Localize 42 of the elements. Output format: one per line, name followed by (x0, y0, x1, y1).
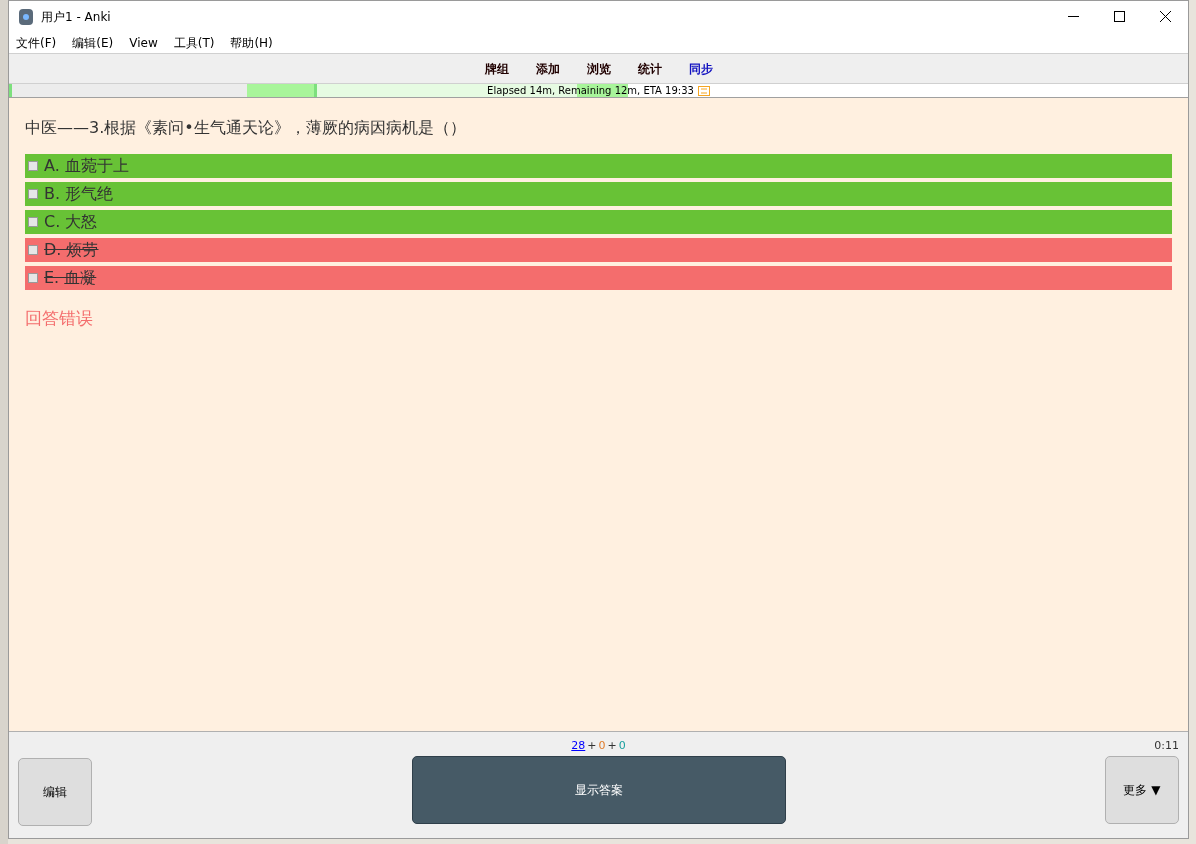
option-text: B. 形气绝 (44, 183, 114, 205)
option-text: D. 烦劳 (44, 239, 99, 261)
menu-item[interactable]: 工具(T) (173, 33, 215, 52)
plus-sign: + (607, 737, 617, 754)
menu-item[interactable]: 帮助(H) (230, 33, 273, 52)
app-icon (19, 8, 33, 25)
checkbox[interactable] (28, 245, 38, 255)
answer-option[interactable]: D. 烦劳 (25, 238, 1172, 262)
checkbox[interactable] (28, 189, 38, 199)
show-answer-button[interactable]: 显示答案 (411, 756, 786, 824)
minimize-icon (1067, 16, 1079, 17)
toolbar-link[interactable]: 牌组 (484, 59, 509, 78)
menu-item[interactable]: 文件(F) (16, 33, 57, 52)
maximize-icon (1113, 11, 1125, 22)
result-text: 回答错误 (25, 307, 94, 330)
close-icon (1159, 11, 1171, 22)
toolbar-link[interactable]: 浏览 (586, 59, 611, 78)
more-button[interactable]: 更多 ▼ (1105, 756, 1179, 824)
plus-sign: + (587, 737, 597, 754)
menu-item[interactable]: View (129, 33, 158, 52)
toolbar-link[interactable]: 添加 (535, 59, 560, 78)
checkbox[interactable] (28, 273, 38, 283)
card-count[interactable]: 28 (571, 737, 586, 755)
checkbox[interactable] (28, 217, 38, 227)
edit-button[interactable]: 编辑 (18, 758, 92, 826)
card-count: 0 (618, 737, 626, 754)
timer-text: 0:11 (1154, 738, 1179, 754)
answer-option[interactable]: C. 大怒 (25, 210, 1172, 234)
option-text: A. 血菀于上 (44, 155, 129, 177)
answer-option[interactable]: A. 血菀于上 (25, 154, 1172, 178)
toolbar-link[interactable]: 统计 (637, 59, 662, 78)
progress-text: Elapsed 14m, Remaining 12m, ETA 19:33 (487, 85, 694, 96)
answer-option[interactable]: B. 形气绝 (25, 182, 1172, 206)
option-text: E. 血凝 (44, 267, 97, 289)
checkbox[interactable] (28, 161, 38, 171)
option-text: C. 大怒 (44, 211, 98, 233)
question-text: 中医——3.根据《素问•生气通天论》，薄厥的病因病机是（） (25, 117, 467, 139)
card-count: 0 (598, 737, 606, 754)
window-title: 用户1 - Anki (41, 8, 111, 26)
answer-option[interactable]: E. 血凝 (25, 266, 1172, 290)
menu-item[interactable]: 编辑(E) (72, 33, 114, 52)
toolbar-link[interactable]: 同步 (688, 59, 713, 78)
